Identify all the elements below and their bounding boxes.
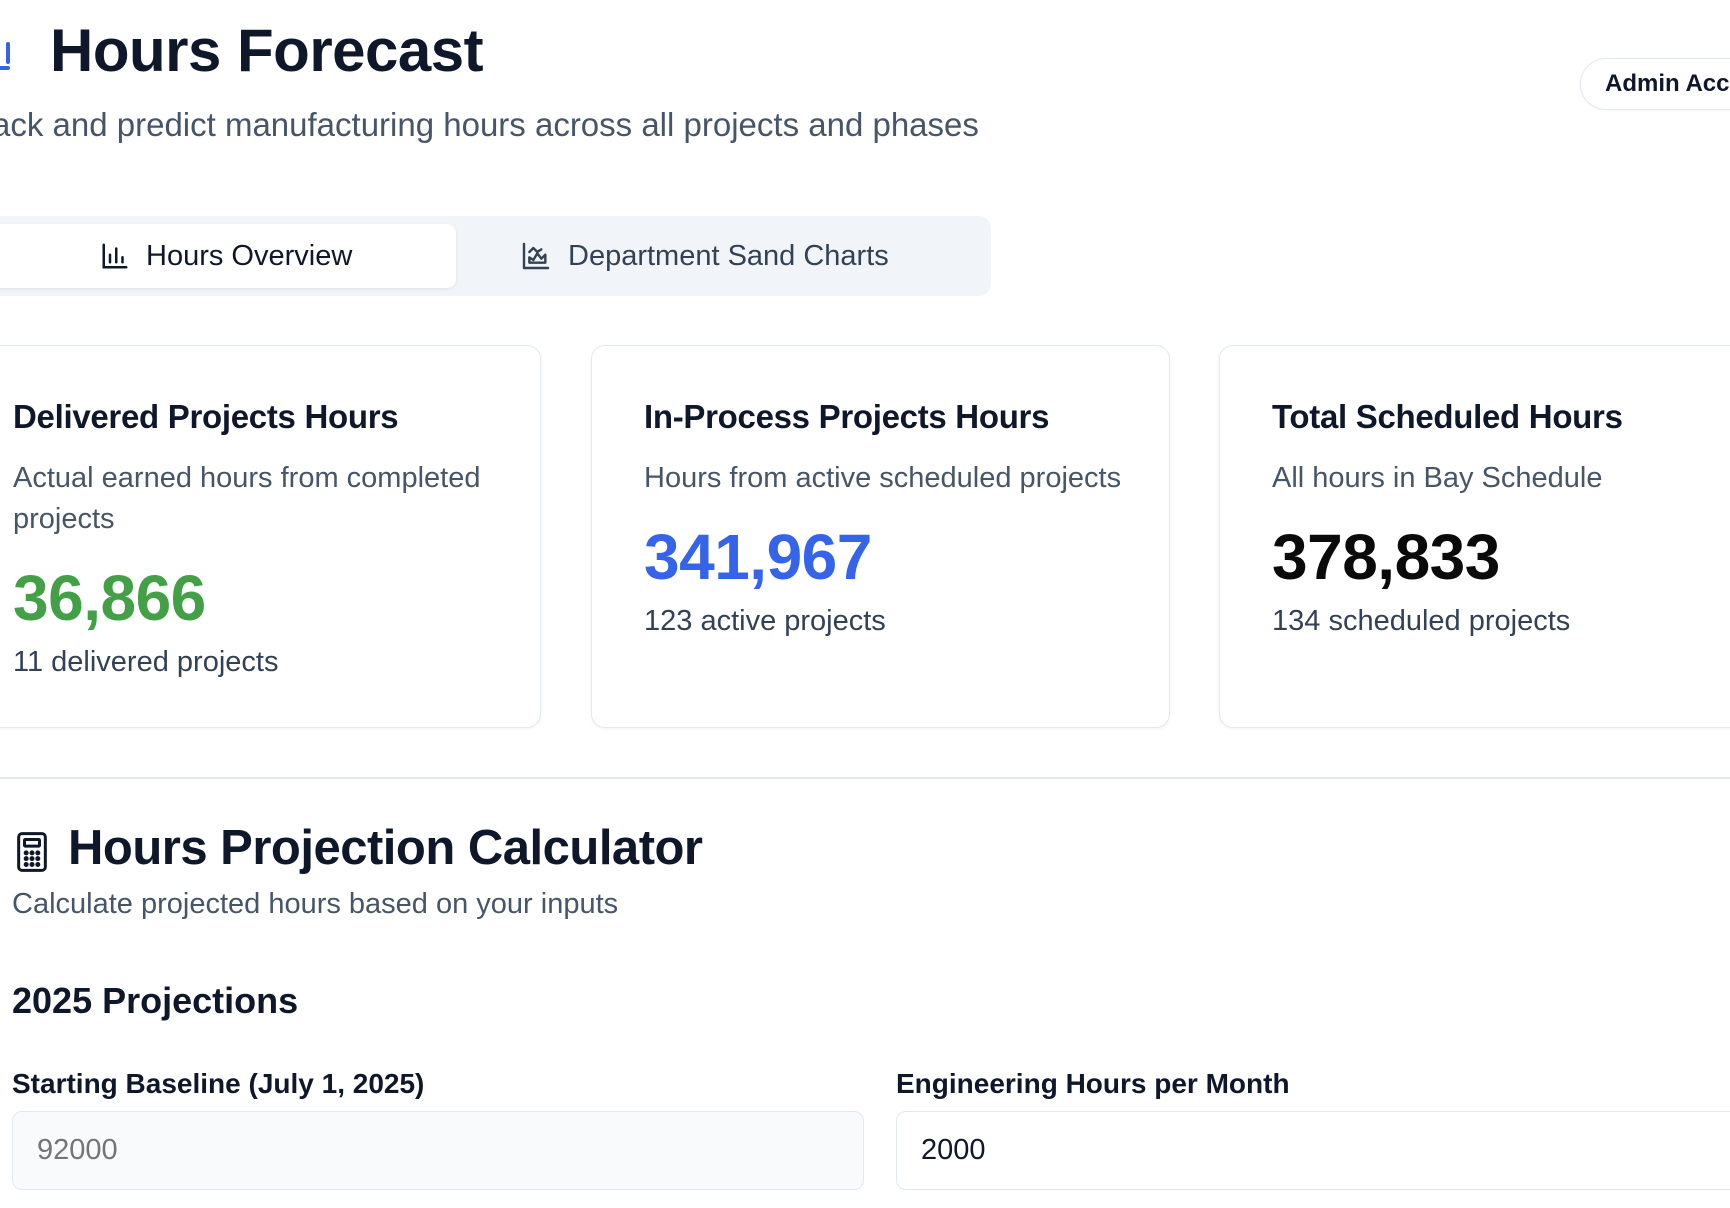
admin-account-button[interactable]: Admin Acc bbox=[1580, 58, 1730, 110]
card-value: 341,967 bbox=[644, 521, 872, 593]
calculator-subtitle: Calculate projected hours based on your … bbox=[12, 888, 619, 920]
card-value: 378,833 bbox=[1272, 521, 1500, 593]
starting-baseline-label: Starting Baseline (July 1, 2025) bbox=[12, 1068, 425, 1099]
engineering-hours-input[interactable] bbox=[896, 1111, 1730, 1190]
card-description: All hours in Bay Schedule bbox=[1272, 462, 1603, 494]
card-value: 36,866 bbox=[13, 562, 206, 634]
calculator-title: Hours Projection Calculator bbox=[68, 821, 703, 875]
bar-chart-icon bbox=[102, 243, 128, 269]
area-chart-icon bbox=[522, 242, 550, 270]
page-subtitle: ack and predict manufacturing hours acro… bbox=[0, 106, 979, 143]
starting-baseline-input[interactable] bbox=[12, 1111, 864, 1190]
tab-department-sand-charts[interactable]: Department Sand Charts bbox=[520, 224, 889, 288]
projections-section-title: 2025 Projections bbox=[12, 980, 299, 1021]
engineering-hours-label: Engineering Hours per Month bbox=[896, 1068, 1290, 1099]
card-footer: 134 scheduled projects bbox=[1272, 605, 1571, 637]
bar-chart-icon bbox=[0, 42, 10, 70]
tab-hours-overview[interactable]: Hours Overview bbox=[0, 224, 456, 288]
in-process-hours-card: In-Process Projects Hours Hours from act… bbox=[591, 345, 1170, 728]
card-description: Hours from active scheduled projects bbox=[644, 462, 1122, 494]
tab-label: Department Sand Charts bbox=[568, 239, 889, 272]
view-tabs: Hours Overview Department Sand Charts bbox=[0, 216, 991, 296]
total-scheduled-hours-card: Total Scheduled Hours All hours in Bay S… bbox=[1219, 345, 1730, 728]
card-footer: 11 delivered projects bbox=[13, 646, 279, 678]
card-title: In-Process Projects Hours bbox=[644, 398, 1050, 435]
card-title: Total Scheduled Hours bbox=[1272, 398, 1623, 435]
section-divider bbox=[0, 777, 1730, 779]
card-footer: 123 active projects bbox=[644, 605, 886, 637]
card-title: Delivered Projects Hours bbox=[13, 398, 399, 435]
tab-label: Hours Overview bbox=[146, 239, 353, 272]
delivered-hours-card: Delivered Projects Hours Actual earned h… bbox=[0, 345, 541, 728]
calculator-icon bbox=[17, 832, 47, 872]
card-description: Actual earned hours from completed proje… bbox=[13, 462, 481, 535]
hours-forecast-page: Hours Forecast ack and predict manufactu… bbox=[0, 0, 1730, 1208]
page-title: Hours Forecast bbox=[50, 17, 484, 84]
